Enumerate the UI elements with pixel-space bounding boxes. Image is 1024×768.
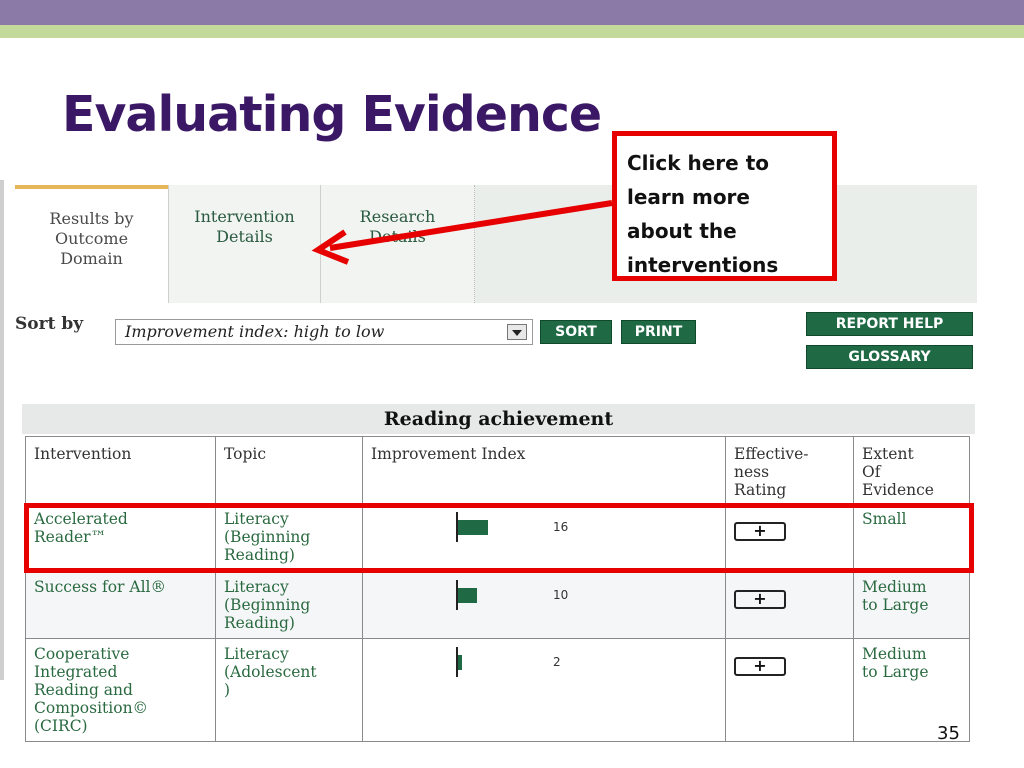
cell-line: (CIRC): [34, 717, 88, 735]
index-value: 10: [553, 588, 569, 602]
tab-label-line: Intervention: [194, 207, 295, 226]
cell-line: Medium: [862, 645, 927, 663]
tab-label-line: Research: [359, 207, 436, 226]
highlight-box-first-row: [24, 503, 974, 573]
effectiveness-rating-cell: +: [725, 638, 854, 742]
results-table: Intervention Topic Improvement Index Eff…: [25, 436, 970, 742]
callout-box: Click here to learn more about the inter…: [612, 131, 837, 281]
intervention-link[interactable]: Success for All®: [25, 571, 216, 639]
cell-line: Cooperative: [34, 645, 130, 663]
topic-link[interactable]: Literacy (Beginning Reading): [215, 571, 363, 639]
callout-line: learn more: [627, 185, 750, 209]
index-bar: [458, 588, 477, 603]
tab-label-line: Domain: [60, 249, 123, 268]
cell-line: Reading and: [34, 681, 133, 699]
header-improvement-index[interactable]: Improvement Index: [362, 436, 726, 504]
callout-line: interventions: [627, 253, 779, 277]
top-green-band: [0, 25, 1024, 38]
cell-line: Success for All®: [34, 578, 166, 596]
header-topic[interactable]: Topic: [215, 436, 363, 504]
sort-select-value: Improvement index: high to low: [125, 322, 385, 341]
tab-label-line: Details: [369, 227, 426, 246]
sort-select[interactable]: Improvement index: high to low: [115, 319, 533, 345]
chevron-down-icon[interactable]: [507, 324, 527, 340]
topic-link[interactable]: Literacy (Adolescent ): [215, 638, 363, 742]
header-extent-of-evidence[interactable]: Extent Of Evidence: [853, 436, 970, 504]
sort-button[interactable]: SORT: [540, 320, 612, 344]
tab-label-line: Details: [216, 227, 273, 246]
glossary-button[interactable]: GLOSSARY: [806, 345, 973, 369]
table-row: Success for All® Literacy (Beginning Rea…: [25, 571, 970, 639]
page-number: 35: [937, 723, 960, 744]
table-row: Cooperative Integrated Reading and Compo…: [25, 638, 970, 742]
tab-label-line: Results by: [49, 209, 134, 228]
effectiveness-rating-cell: +: [725, 571, 854, 639]
cell-line: ): [224, 681, 231, 699]
header-line: ness: [734, 463, 770, 481]
table-title: Reading achievement: [22, 404, 975, 434]
plus-rating-icon[interactable]: +: [734, 657, 786, 676]
cell-line: Literacy: [224, 578, 289, 596]
plus-rating-icon[interactable]: +: [734, 590, 786, 609]
index-value: 2: [553, 655, 561, 669]
cell-line: to Large: [862, 663, 929, 681]
cell-line: Composition©: [34, 699, 149, 717]
print-button[interactable]: PRINT: [621, 320, 696, 344]
cell-line: Reading): [224, 614, 295, 632]
header-line: Extent: [862, 445, 914, 463]
intervention-link[interactable]: Cooperative Integrated Reading and Compo…: [25, 638, 216, 742]
extent-of-evidence-cell[interactable]: Medium to Large: [853, 571, 970, 639]
header-line: Evidence: [862, 481, 934, 499]
tab-research-details[interactable]: Research Details: [321, 185, 475, 303]
tab-intervention-details[interactable]: Intervention Details: [168, 185, 321, 303]
top-purple-band: [0, 0, 1024, 25]
improvement-index-cell: 2: [362, 638, 726, 742]
cell-line: Medium: [862, 578, 927, 596]
slide-title: Evaluating Evidence: [62, 86, 602, 143]
header-line: Effective-: [734, 445, 809, 463]
cell-line: (Beginning: [224, 596, 311, 614]
cell-line: Literacy: [224, 645, 289, 663]
tab-label-line: Outcome: [54, 229, 129, 248]
improvement-index-cell: 10: [362, 571, 726, 639]
header-line: Of: [862, 463, 881, 481]
tab-results-by-outcome-domain[interactable]: Results by Outcome Domain: [15, 185, 168, 303]
cell-line: Integrated: [34, 663, 118, 681]
sort-by-label: Sort by: [15, 314, 84, 334]
index-bar: [458, 655, 462, 670]
screenshot-edge: [0, 180, 4, 680]
callout-line: about the: [627, 219, 737, 243]
cell-line: (Adolescent: [224, 663, 317, 681]
header-intervention[interactable]: Intervention: [25, 436, 216, 504]
header-line: Rating: [734, 481, 787, 499]
cell-line: to Large: [862, 596, 929, 614]
report-help-button[interactable]: REPORT HELP: [806, 312, 973, 336]
callout-line: Click here to: [627, 151, 770, 175]
table-header-row: Intervention Topic Improvement Index Eff…: [25, 436, 970, 504]
header-effectiveness-rating[interactable]: Effective- ness Rating: [725, 436, 854, 504]
